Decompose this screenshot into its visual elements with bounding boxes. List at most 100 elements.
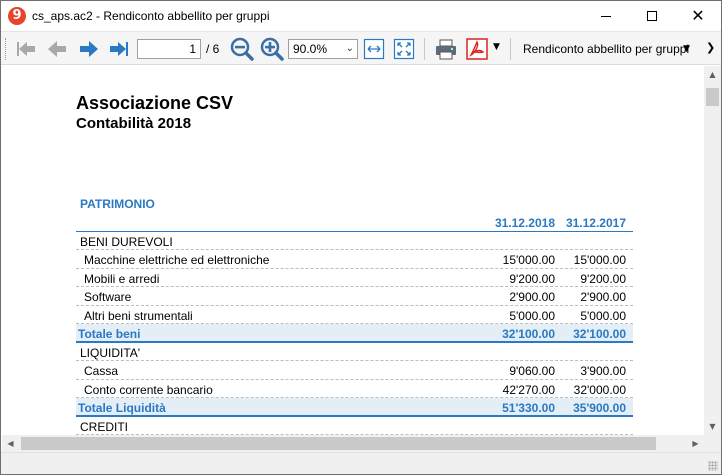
row-value-2018: 42'270.00: [502, 382, 555, 397]
row-label: Software: [84, 290, 132, 304]
maximize-button[interactable]: [629, 1, 675, 31]
fit-width-button[interactable]: [361, 36, 387, 62]
resize-grip-icon[interactable]: [708, 461, 718, 471]
chevron-down-icon: ▼: [683, 44, 690, 54]
zoom-in-icon: [260, 37, 284, 61]
minimize-icon: [601, 15, 611, 17]
horizontal-scroll-thumb[interactable]: [21, 437, 656, 450]
title-bar: 9 cs_aps.ac2 - Rendiconto abbellito per …: [1, 1, 721, 31]
row-label: Totale beni: [78, 327, 141, 341]
row-label: CREDITI: [80, 419, 128, 434]
last-page-button[interactable]: [106, 36, 132, 62]
table-row: Software 2'900.00 2'900.00: [76, 287, 633, 306]
scroll-right-arrow-icon[interactable]: ▶: [687, 435, 704, 452]
report-layout-select[interactable]: Rendiconto abbellito per gruppi ▼: [518, 38, 696, 60]
fit-width-icon: [363, 38, 385, 60]
row-value-2018: 2'900.00: [509, 290, 555, 304]
row-label: BENI DUREVOLI: [80, 234, 173, 249]
page-total-label: / 6: [206, 42, 220, 56]
scroll-left-arrow-icon[interactable]: ◀: [2, 435, 19, 452]
row-value-2018: 15'000.00: [502, 253, 555, 267]
table-row: CREDITI: [76, 417, 633, 435]
report-preview-window: 9 cs_aps.ac2 - Rendiconto abbellito per …: [0, 0, 722, 475]
row-label: Conto corrente bancario: [84, 382, 213, 397]
first-page-arrow-icon: [17, 42, 35, 56]
row-label: Mobili e arredi: [84, 271, 160, 286]
report-page-view: Associazione CSV Contabilità 2018 PATRIM…: [2, 66, 704, 435]
row-label: Altri beni strumentali: [84, 308, 193, 323]
table-row: Conto corrente bancario 42'270.00 32'000…: [76, 380, 633, 398]
total-row: Totale Liquidità 51'330.00 35'900.00: [76, 398, 633, 417]
table-row: BENI DUREVOLI: [76, 232, 633, 250]
vertical-scrollbar[interactable]: ▲ ▼: [704, 66, 721, 435]
chevron-down-icon: ⌄: [345, 43, 354, 54]
row-label: Macchine elettriche ed elettroniche: [84, 253, 270, 267]
export-pdf-button[interactable]: [464, 36, 490, 62]
table-header-row: 31.12.2018 31.12.2017: [76, 213, 633, 232]
organization-name: Associazione CSV: [76, 93, 234, 113]
app-logo-text: 9: [12, 8, 22, 23]
last-page-arrow-icon: [110, 42, 128, 56]
row-value-2017: 32'000.00: [573, 382, 626, 397]
row-value-2017: 35'900.00: [573, 401, 626, 415]
row-value-2017: 32'100.00: [573, 327, 626, 341]
report-layout-value: Rendiconto abbellito per gruppi: [523, 42, 690, 56]
print-button[interactable]: [433, 36, 459, 62]
row-value-2017: 5'000.00: [580, 308, 626, 323]
row-value-2018: 51'330.00: [502, 401, 555, 415]
next-page-button[interactable]: [76, 36, 102, 62]
toolbar-separator: [510, 38, 511, 60]
toolbar-grip[interactable]: [5, 38, 8, 60]
toolbar-overflow-icon[interactable]: ❯: [706, 41, 715, 54]
toolbar: 1 / 6 90.0% ⌄ ▼ Rendiconto abbellito per…: [1, 31, 721, 65]
zoom-out-icon: [230, 37, 254, 61]
minimize-button[interactable]: [583, 1, 629, 31]
window-title: cs_aps.ac2 - Rendiconto abbellito per gr…: [32, 9, 270, 23]
previous-page-button[interactable]: [44, 36, 70, 62]
close-button[interactable]: ✕: [675, 1, 721, 31]
section-title: PATRIMONIO: [80, 197, 155, 211]
scroll-up-arrow-icon[interactable]: ▲: [704, 66, 721, 83]
row-value-2017: 2'900.00: [580, 290, 626, 304]
page-number-input[interactable]: 1: [137, 39, 201, 59]
maximize-icon: [647, 11, 657, 21]
zoom-level-select[interactable]: 90.0% ⌄: [288, 39, 358, 59]
row-value-2018: 32'100.00: [502, 327, 555, 341]
table-row: Mobili e arredi 9'200.00 9'200.00: [76, 269, 633, 287]
total-row: Totale beni 32'100.00 32'100.00: [76, 324, 633, 343]
column-header-2017: 31.12.2017: [565, 216, 626, 230]
app-logo-icon: 9: [8, 7, 26, 25]
table-row: Cassa 9'060.00 3'900.00: [76, 361, 633, 380]
vertical-scroll-thumb[interactable]: [706, 88, 719, 106]
row-value-2018: 9'200.00: [509, 271, 555, 286]
row-label: Cassa: [84, 364, 119, 378]
table-row: Macchine elettriche ed elettroniche 15'0…: [76, 250, 633, 269]
export-menu-caret-icon[interactable]: ▼: [493, 42, 500, 52]
column-header-2018: 31.12.2018: [494, 216, 555, 230]
zoom-in-button[interactable]: [259, 36, 285, 62]
row-value-2018: 5'000.00: [509, 308, 555, 323]
row-value-2017: 3'900.00: [580, 364, 626, 378]
row-value-2018: 9'060.00: [509, 364, 555, 378]
report-subtitle: Contabilità 2018: [76, 115, 192, 132]
scroll-down-arrow-icon[interactable]: ▼: [704, 418, 721, 435]
balance-table: 31.12.2018 31.12.2017 BENI DUREVOLI Macc…: [76, 213, 633, 435]
table-row: Altri beni strumentali 5'000.00 5'000.00: [76, 306, 633, 324]
close-icon: ✕: [691, 6, 705, 25]
toolbar-separator: [424, 38, 425, 60]
status-bar: [1, 452, 721, 474]
next-arrow-icon: [80, 41, 98, 57]
row-value-2017: 15'000.00: [573, 253, 626, 267]
fit-page-button[interactable]: [391, 36, 417, 62]
row-label: LIQUIDITA': [80, 345, 141, 360]
scrollbar-corner: [704, 435, 721, 452]
pdf-icon: [466, 38, 488, 60]
zoom-level-value: 90.0%: [293, 42, 328, 56]
previous-arrow-icon: [48, 41, 66, 57]
horizontal-scrollbar[interactable]: ◀ ▶: [2, 435, 704, 452]
first-page-button[interactable]: [13, 36, 39, 62]
printer-icon: [436, 39, 456, 60]
table-row: LIQUIDITA': [76, 343, 633, 361]
row-label: Totale Liquidità: [78, 401, 166, 415]
zoom-out-button[interactable]: [229, 36, 255, 62]
